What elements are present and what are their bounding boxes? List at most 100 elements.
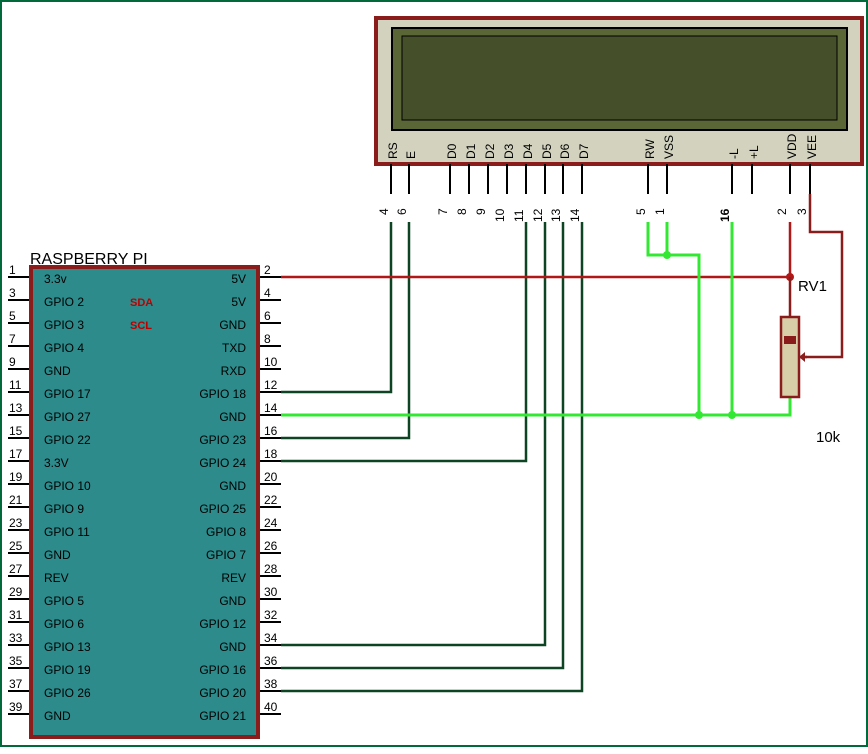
svg-text:27: 27 [9,562,23,576]
svg-text:3: 3 [9,286,16,300]
svg-text:1: 1 [9,263,16,277]
svg-text:GPIO 5: GPIO 5 [44,594,84,608]
svg-text:20: 20 [264,470,278,484]
svg-text:GPIO 21: GPIO 21 [199,709,246,723]
svg-text:14: 14 [568,208,582,222]
svg-text:GPIO 4: GPIO 4 [44,341,84,355]
svg-text:GND: GND [219,410,246,424]
svg-text:26: 26 [264,539,278,553]
svg-text:GPIO 2: GPIO 2 [44,295,84,309]
svg-text:36: 36 [264,654,278,668]
svg-text:18: 18 [264,447,278,461]
lcd-pin-d3: D3 [502,143,516,159]
svg-text:6: 6 [395,208,409,215]
svg-text:GND: GND [219,318,246,332]
lcd-pin-d5: D5 [540,143,554,159]
junction-gnd-2 [663,251,671,259]
pot-ref: RV1 [798,278,827,295]
svg-text:REV: REV [44,571,69,585]
svg-text:GND: GND [219,640,246,654]
svg-text:12: 12 [531,208,545,222]
svg-text:SCL: SCL [130,320,152,332]
svg-text:30: 30 [264,585,278,599]
svg-text:10: 10 [493,208,507,222]
potentiometer [781,277,807,397]
svg-text:8: 8 [455,208,469,215]
svg-text:7: 7 [9,332,16,346]
svg-text:GND: GND [44,364,71,378]
svg-text:37: 37 [9,677,23,691]
svg-text:13: 13 [9,401,23,415]
svg-text:9: 9 [9,355,16,369]
svg-text:1: 1 [653,208,667,215]
svg-text:3: 3 [795,208,809,215]
svg-text:17: 17 [9,447,23,461]
svg-text:4: 4 [264,286,271,300]
svg-text:40: 40 [264,700,278,714]
svg-text:TXD: TXD [222,341,246,355]
wires-gnd [281,222,790,415]
pot-value: 10k [816,429,841,446]
svg-text:GPIO 22: GPIO 22 [44,433,91,447]
svg-text:GPIO 26: GPIO 26 [44,686,91,700]
svg-text:2: 2 [264,263,271,277]
lcd-pin-minus-l: -L [727,148,741,159]
svg-text:34: 34 [264,631,278,645]
lcd-screen-inner [402,36,837,120]
svg-text:GPIO 24: GPIO 24 [199,456,246,470]
svg-text:39: 39 [9,700,23,714]
svg-text:13: 13 [549,208,563,222]
lcd-pin-d6: D6 [558,143,572,159]
svg-text:2: 2 [775,208,789,215]
svg-text:5: 5 [634,208,648,215]
lcd-pin-vee: VEE [805,135,819,159]
lcd-pin-d2: D2 [483,143,497,159]
svg-text:GPIO 11: GPIO 11 [44,525,90,539]
svg-text:4: 4 [377,208,391,215]
svg-text:11: 11 [9,378,22,392]
svg-text:14: 14 [264,401,278,415]
svg-text:SDA: SDA [130,297,153,309]
svg-text:5: 5 [9,309,16,323]
lcd-pin-vdd: VDD [785,133,799,159]
svg-text:21: 21 [9,493,23,507]
svg-text:GPIO 13: GPIO 13 [44,640,91,654]
svg-text:31: 31 [9,608,23,622]
lcd-pin-e: E [404,151,418,159]
lcd-pin-numbers: 4 6 7 8 9 10 11 12 13 14 5 1 16 2 3 [377,208,809,222]
svg-text:32: 32 [264,608,278,622]
svg-text:5V: 5V [231,295,246,309]
svg-text:29: 29 [9,585,23,599]
svg-text:GPIO 6: GPIO 6 [44,617,84,631]
svg-text:11: 11 [512,209,526,222]
svg-text:GPIO 20: GPIO 20 [199,686,246,700]
svg-text:28: 28 [264,562,278,576]
lcd-pin-rs: RS [386,142,400,159]
svg-text:33: 33 [9,631,23,645]
lcd-pin-stubs [391,164,810,194]
svg-text:3.3V: 3.3V [44,456,69,470]
svg-text:GPIO 23: GPIO 23 [199,433,246,447]
svg-text:10: 10 [264,355,278,369]
svg-text:23: 23 [9,516,23,530]
lcd-pin-plus-l: +L [747,145,761,159]
lcd-pin-d4: D4 [521,143,535,159]
svg-text:GND: GND [44,709,71,723]
svg-text:GPIO 7: GPIO 7 [206,548,246,562]
lcd-pin-rw: RW [643,139,657,159]
svg-text:GPIO 27: GPIO 27 [44,410,91,424]
wire-vee [805,194,842,357]
svg-text:GPIO 17: GPIO 17 [44,387,91,401]
lcd-pin-d1: D1 [464,143,478,159]
svg-text:GPIO 18: GPIO 18 [199,387,246,401]
svg-text:RXD: RXD [221,364,247,378]
svg-text:5V: 5V [231,272,246,286]
svg-text:16: 16 [718,208,732,222]
wires-data [281,222,582,691]
svg-text:12: 12 [264,378,278,392]
svg-text:GND: GND [219,479,246,493]
pi-right-nums: 2 4 6 8 10 12 14 16 18 20 22 24 26 28 30… [264,263,278,714]
lcd-pin-vss: VSS [662,135,676,159]
wire-5v [281,222,790,277]
svg-text:GPIO 8: GPIO 8 [206,525,246,539]
